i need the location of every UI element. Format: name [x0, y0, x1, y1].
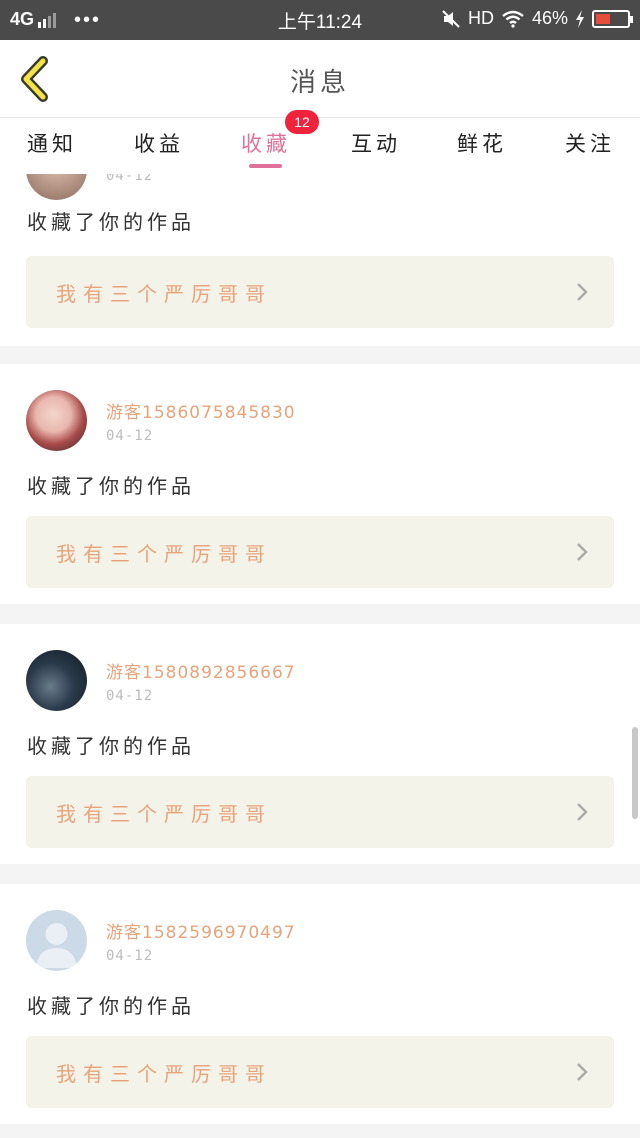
- wifi-icon: [502, 10, 524, 28]
- page-title: 消息: [289, 68, 350, 98]
- action-text: 收藏了你的作品: [27, 994, 195, 1018]
- work-title: 我有三个严厉哥哥: [56, 1062, 272, 1086]
- chevron-right-icon: [577, 803, 588, 821]
- action-text: 收藏了你的作品: [27, 474, 195, 498]
- tab-earnings[interactable]: 收益: [119, 128, 199, 158]
- avatar[interactable]: [26, 390, 87, 451]
- list-item: 游客1580892856667 04-12 收藏了你的作品 我有三个严厉哥哥: [0, 624, 640, 864]
- work-link[interactable]: 我有三个严厉哥哥: [26, 776, 614, 848]
- work-title: 我有三个严厉哥哥: [56, 282, 272, 306]
- default-avatar-icon: [36, 923, 77, 968]
- date: 04-12: [106, 428, 154, 444]
- unread-badge: 12: [285, 110, 319, 134]
- action-text: 收藏了你的作品: [27, 210, 195, 234]
- chevron-right-icon: [577, 283, 588, 301]
- username[interactable]: 游客1580892856667: [106, 658, 296, 683]
- status-right: HD 46%: [441, 8, 633, 29]
- charging-icon: [576, 9, 584, 28]
- message-list[interactable]: 04-12 收藏了你的作品 我有三个严厉哥哥 游客1586075845830 0…: [0, 174, 640, 1138]
- scrollbar[interactable]: [632, 727, 638, 819]
- hd-indicator: HD: [467, 8, 494, 28]
- work-link[interactable]: 我有三个严厉哥哥: [26, 516, 614, 588]
- status-bar: 4G ••• 上午11:24 HD 46%: [0, 0, 640, 40]
- date: 04-12: [106, 688, 154, 704]
- active-tab-indicator: [249, 164, 282, 168]
- username[interactable]: 游客1582596970497: [106, 918, 296, 943]
- mute-icon: [442, 9, 460, 28]
- date: 04-12: [106, 948, 154, 964]
- avatar[interactable]: [26, 650, 87, 711]
- battery-icon: [592, 9, 633, 28]
- app-header: 消息: [0, 40, 640, 118]
- tab-notification[interactable]: 通知: [12, 128, 92, 158]
- list-item: 04-12 收藏了你的作品 我有三个严厉哥哥: [0, 174, 640, 346]
- tab-bar: 通知 收益 收藏 互动 鲜花 关注: [0, 118, 640, 174]
- tab-interaction[interactable]: 互动: [336, 128, 416, 158]
- tab-follow[interactable]: 关注: [550, 128, 630, 158]
- battery-percent: 46%: [531, 8, 568, 28]
- work-link[interactable]: 我有三个严厉哥哥: [26, 1036, 614, 1108]
- list-item: 游客1586075845830 04-12 收藏了你的作品 我有三个严厉哥哥: [0, 364, 640, 604]
- username[interactable]: 游客1586075845830: [106, 398, 296, 423]
- chevron-right-icon: [577, 1063, 588, 1081]
- avatar[interactable]: [26, 910, 87, 971]
- action-text: 收藏了你的作品: [27, 734, 195, 758]
- date: 04-12: [106, 174, 154, 184]
- work-title: 我有三个严厉哥哥: [56, 802, 272, 826]
- avatar[interactable]: [26, 174, 87, 200]
- work-title: 我有三个严厉哥哥: [56, 542, 272, 566]
- list-item: 游客1582596970497 04-12 收藏了你的作品 我有三个严厉哥哥: [0, 884, 640, 1124]
- chevron-right-icon: [577, 543, 588, 561]
- tab-flowers[interactable]: 鲜花: [442, 128, 522, 158]
- work-link[interactable]: 我有三个严厉哥哥: [26, 256, 614, 328]
